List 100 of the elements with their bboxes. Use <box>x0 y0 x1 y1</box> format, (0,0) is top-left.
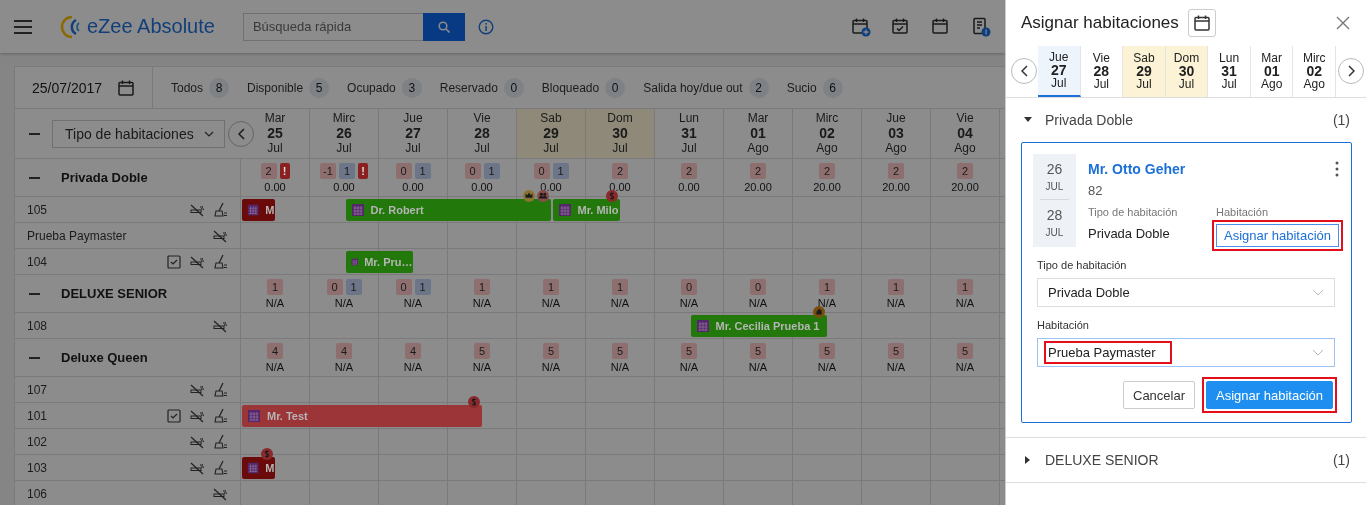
count-badge: 1 <box>612 278 628 295</box>
filter-label[interactable]: Salida hoy/due out <box>643 80 743 95</box>
assign-room-button[interactable]: Asignar habitación <box>1206 381 1333 409</box>
cancel-button[interactable]: Cancelar <box>1123 381 1196 409</box>
assign-room-button[interactable]: Asignar habitación <box>1216 224 1339 247</box>
building-icon <box>350 202 365 217</box>
rate-value: N/A <box>817 360 837 373</box>
booking-bar[interactable]: Mr. Milo <box>552 198 620 221</box>
calendar-icon <box>1192 14 1211 32</box>
alert-badge: ! <box>279 162 290 179</box>
calendar-button[interactable] <box>1187 9 1216 37</box>
booking-bar[interactable]: M <box>242 456 275 479</box>
next-button[interactable] <box>1338 58 1364 84</box>
filter-label[interactable]: Bloqueado <box>541 80 600 95</box>
rate-value: N/A <box>679 360 699 373</box>
count-badge: 5 <box>543 342 559 359</box>
room-name[interactable]: Prueba Paymaster <box>27 228 127 243</box>
count-badge: 5 <box>819 342 835 359</box>
date-tab[interactable]: Jue 27 Jul <box>1038 46 1081 97</box>
count-badge: 0 <box>395 162 412 179</box>
info-icon[interactable] <box>477 18 494 35</box>
count-badge: 2 <box>612 162 628 179</box>
filter-label[interactable]: Sucio <box>786 80 817 95</box>
room-name[interactable]: 108 <box>27 318 48 333</box>
panel-title: Asignar habitaciones <box>1021 13 1179 33</box>
rate-value: N/A <box>886 360 906 373</box>
date-tab[interactable]: Mirc 02 Ago <box>1293 46 1337 97</box>
booking-bar[interactable]: Mr. Cecilia Prueba 1 <box>690 314 827 337</box>
calendar-icon[interactable] <box>931 16 951 37</box>
date-tab[interactable]: Mar 01 Ago <box>1250 46 1294 97</box>
calendar-check-icon[interactable] <box>891 16 911 37</box>
previous-button[interactable] <box>1011 58 1037 84</box>
collapse-icon[interactable] <box>29 132 40 135</box>
rate-value: 0.00 <box>471 180 493 193</box>
count-badge: 1 <box>414 162 431 179</box>
count-badge: 1 <box>957 278 973 295</box>
count-badge: 1 <box>483 162 500 179</box>
date-header: Mirc 02 Ago <box>793 109 862 158</box>
menu-icon[interactable] <box>14 19 32 34</box>
booking-bar[interactable]: Dr. Robert <box>345 198 551 221</box>
chevron-left-icon <box>237 127 245 140</box>
collapse-icon[interactable] <box>29 292 40 295</box>
date-header: Mar 01 Ago <box>724 109 793 158</box>
room-select[interactable]: Prueba Paymaster <box>1037 338 1335 367</box>
invoice-icon[interactable] <box>971 16 991 37</box>
date-tab[interactable]: Lun 31 Jul <box>1208 46 1251 97</box>
count-badge: 0 <box>503 77 524 98</box>
count-badge: 6 <box>822 77 843 98</box>
filter-label[interactable]: Reservado <box>439 80 498 95</box>
booking-bar[interactable]: M <box>242 198 275 221</box>
search-button[interactable] <box>422 12 465 41</box>
search-field[interactable]: Búsqueda rápida <box>242 12 423 41</box>
count-badge: 0 <box>464 162 481 179</box>
count-badge: 4 <box>336 342 352 359</box>
alert-badge: ! <box>358 162 368 179</box>
count-badge: 5 <box>681 342 697 359</box>
date-tab[interactable]: Dom 30 Jul <box>1165 46 1209 97</box>
booking-bar[interactable]: Mr. Pru… <box>345 250 413 273</box>
count-badge: 1 <box>345 278 362 295</box>
room-name[interactable]: 105 <box>27 202 48 217</box>
room-select[interactable]: Privada Doble <box>1037 278 1335 307</box>
room-name[interactable]: 103 <box>27 460 48 475</box>
filter-label[interactable]: Ocupado <box>347 80 396 95</box>
room-name[interactable]: 101 <box>27 408 48 423</box>
chevron-left-icon <box>1020 65 1028 77</box>
close-icon[interactable] <box>1336 16 1350 30</box>
rate-value: N/A <box>748 296 768 309</box>
rate-value: 0.00 <box>609 180 631 193</box>
count-badge: 0 <box>533 162 550 179</box>
guest-name-link[interactable]: Mr. Otto Geher <box>1088 161 1186 177</box>
count-badge: 3 <box>401 77 422 98</box>
count-badge: -1 <box>320 162 336 179</box>
collapse-icon[interactable] <box>29 176 40 179</box>
more-icon[interactable] <box>1335 161 1339 177</box>
calendar-plus-icon[interactable] <box>851 16 871 37</box>
field-label: Habitación <box>1216 206 1269 218</box>
room-name[interactable]: 107 <box>27 382 48 397</box>
count-badge: 2 <box>681 162 697 179</box>
collapse-icon[interactable] <box>29 356 40 359</box>
rate-value: 0.00 <box>333 180 355 193</box>
previous-button[interactable] <box>228 120 254 147</box>
field-label: Habitación <box>1037 319 1090 331</box>
section-header[interactable]: Privada Doble (1) <box>1006 98 1366 142</box>
section-header[interactable]: DELUXE SENIOR (1) <box>1006 438 1366 482</box>
rate-value: 0.00 <box>540 180 562 193</box>
room-type-dropdown[interactable]: Tipo de habitaciones <box>52 119 225 148</box>
calendar-icon[interactable] <box>117 78 136 97</box>
filter-label[interactable]: Todos <box>171 80 204 95</box>
rate-value: 0.00 <box>264 180 286 193</box>
count-badge: 5 <box>612 342 628 359</box>
count-badge: 0 <box>681 278 697 295</box>
room-name[interactable]: 104 <box>27 254 48 269</box>
date-value[interactable]: 25/07/2017 <box>32 79 103 96</box>
count-badge: 1 <box>819 278 835 295</box>
room-name[interactable]: 106 <box>27 486 48 501</box>
room-name[interactable]: 102 <box>27 434 48 449</box>
filter-label[interactable]: Disponible <box>247 80 304 95</box>
rate-value: N/A <box>955 360 975 373</box>
booking-bar[interactable]: Mr. Test <box>242 404 482 427</box>
date-tab[interactable]: Sab 29 Jul <box>1123 46 1166 97</box>
